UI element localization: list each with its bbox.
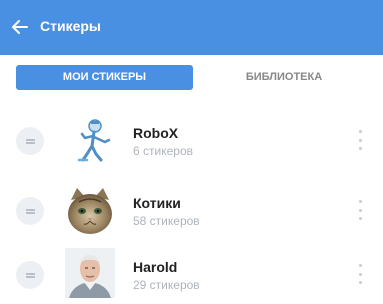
more-vert-icon[interactable] — [356, 130, 364, 150]
arrow-left-icon[interactable] — [12, 20, 28, 34]
pack-name: Harold — [133, 259, 178, 275]
robot-sticker-icon — [77, 119, 111, 162]
tab-library[interactable]: БИБЛИОТЕКА — [214, 65, 354, 90]
tabs-bar: МОИ СТИКЕРЫ БИБЛИОТЕКА — [0, 55, 383, 97]
sticker-pack-row[interactable]: Котики 58 стикеров — [0, 182, 383, 240]
pack-count: 58 стикеров — [133, 214, 200, 228]
more-vert-icon[interactable] — [356, 200, 364, 220]
pack-count: 29 стикеров — [133, 278, 200, 292]
sticker-pack-row[interactable]: RoboX 6 стикеров — [0, 112, 383, 170]
drag-handle-icon[interactable] — [16, 127, 44, 155]
harold-photo-icon — [65, 248, 115, 298]
pack-count: 6 стикеров — [133, 144, 193, 158]
tab-my-stickers[interactable]: МОИ СТИКЕРЫ — [16, 65, 193, 90]
drag-handle-icon[interactable] — [16, 261, 44, 289]
page-title: Стикеры — [40, 18, 101, 34]
cat-sticker-icon — [68, 188, 112, 234]
drag-handle-icon[interactable] — [16, 197, 44, 225]
more-vert-icon[interactable] — [356, 264, 364, 284]
pack-name: RoboX — [133, 125, 179, 141]
sticker-pack-row[interactable]: Harold 29 стикеров — [0, 246, 383, 304]
app-header: Стикеры — [0, 0, 383, 55]
pack-name: Котики — [133, 195, 181, 211]
